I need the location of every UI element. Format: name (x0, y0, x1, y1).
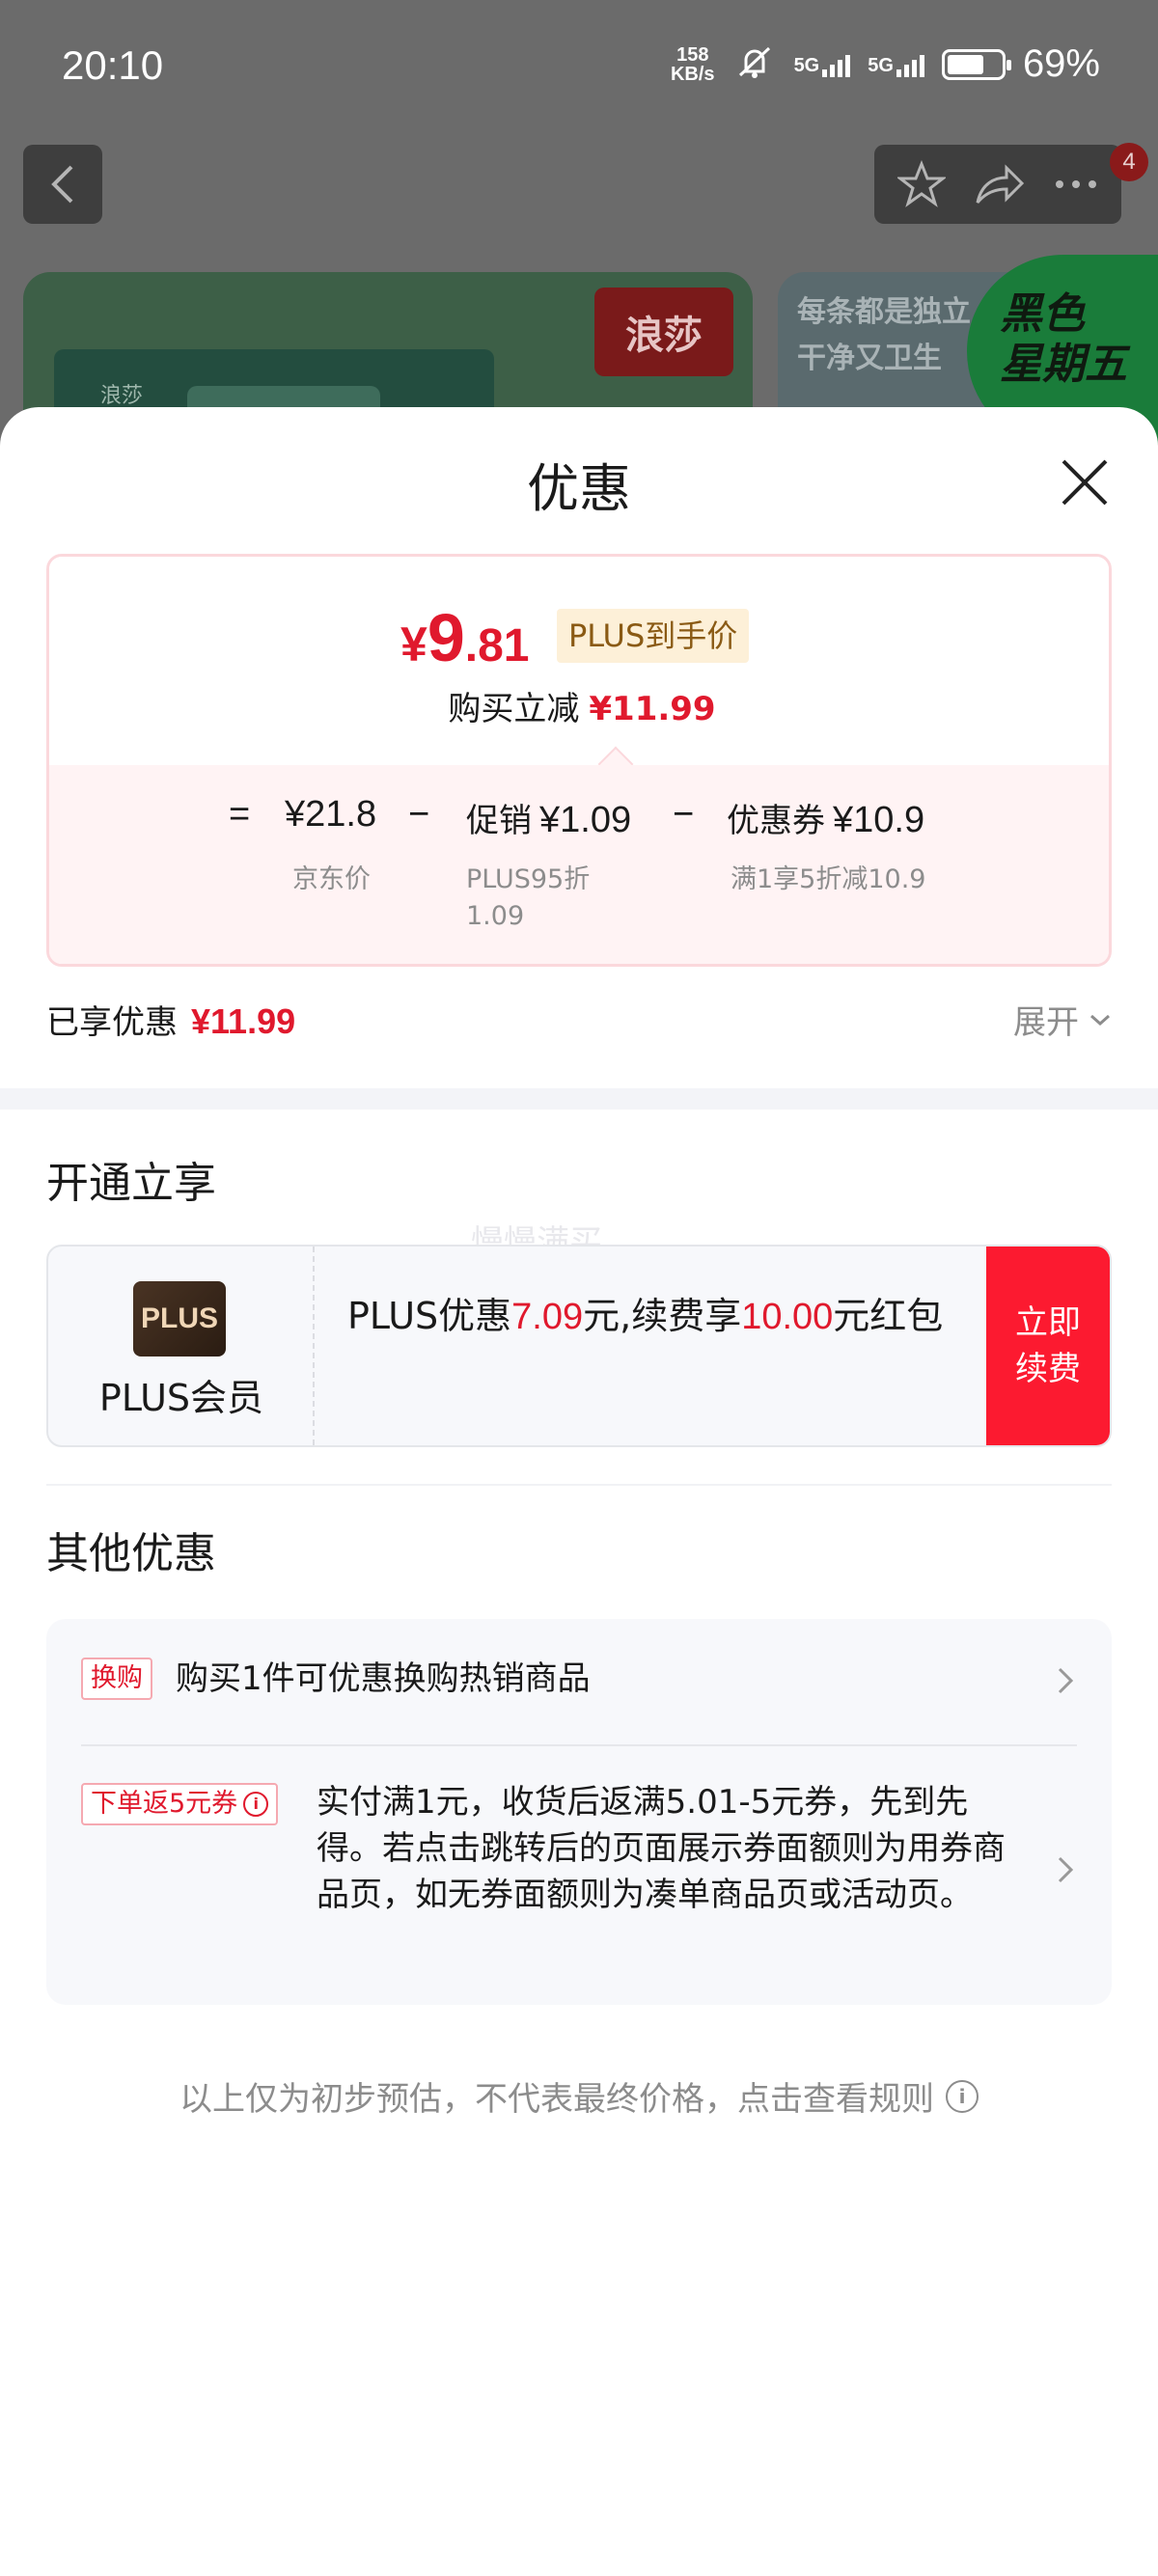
plus-offer-description: PLUS优惠7.09元,续费享10.00元红包 (347, 1295, 944, 1337)
minus-sign: − (408, 794, 430, 835)
share-icon[interactable] (974, 162, 1026, 206)
plus-price-tag: PLUS到手价 (557, 609, 750, 663)
offer-text: 购买1件可优惠换购热销商品 (176, 1659, 591, 1698)
other-offers-card: 换购 购买1件可优惠换购热销商品 下单返5元券 i 实付满1元，收货后返满5.0… (46, 1619, 1112, 2005)
price-calculation-card: ¥ 9 .81 PLUS到手价 购买立减 ¥11.99 = ¥21.8 − 促销 ¥… (46, 554, 1112, 967)
other-offers-title: 其他优惠 (46, 1529, 216, 1578)
signal-icon: 5G (794, 52, 851, 77)
offer-coupon-return-row[interactable]: 下单返5元券 i 实付满1元，收货后返满5.01-5元券，先到先得。若点击跳转后… (81, 1779, 1077, 1982)
price-breakdown: = ¥21.8 − 促销 ¥1.09 − 优惠券 ¥10.9 京东价 PLUS95折… (49, 765, 1109, 964)
more-icon[interactable] (1054, 178, 1098, 190)
chevron-right-icon (1058, 1856, 1074, 1883)
status-bar: 20:10 158 KB/s 5G 5G 69% (0, 0, 1158, 135)
offer-text: 实付满1元，收货后返满5.01-5元券，先到先得。若点击跳转后的页面展示券面额则… (317, 1783, 1006, 1914)
divider (46, 1484, 1112, 1486)
offer-tag: 换购 (81, 1658, 152, 1700)
background-page: 20:10 158 KB/s 5G 5G 69% 4 浪莎 浪莎 每条都是独立 … (0, 0, 1158, 453)
minus-sign: − (673, 794, 695, 835)
coupon-discount: 优惠券 ¥10.9 (727, 800, 925, 840)
discount-sheet: 优惠 ¥ 9 .81 PLUS到手价 购买立减 ¥11.99 = ¥21.8 − … (0, 407, 1158, 2576)
promo-discount: 促销 ¥1.09 (466, 800, 632, 840)
close-icon[interactable] (1058, 455, 1112, 509)
plus-logo: PLUS (133, 1281, 226, 1357)
net-speed: 158 KB/s (670, 43, 715, 85)
price-disclaimer[interactable]: 以上仅为初步预估，不代表最终价格，点击查看规则 i (0, 2072, 1158, 2120)
renew-button[interactable]: 立即 续费 (986, 1247, 1110, 1445)
section-divider (0, 1088, 1158, 1110)
battery-percent: 69% (1022, 42, 1100, 85)
jd-price-label: 京东价 (292, 864, 371, 894)
back-button[interactable] (23, 145, 102, 224)
coupon-detail: 满1享5折减10.9 (731, 864, 926, 894)
offer-exchange-row[interactable]: 换购 购买1件可优惠换购热销商品 (81, 1654, 1077, 1746)
offer-tag: 下单返5元券 i (81, 1783, 279, 1825)
status-indicators: 158 KB/s 5G 5G 69% (671, 42, 1100, 86)
promo-detail: PLUS95折 1.09 (466, 864, 591, 931)
open-membership-title: 开通立享 (46, 1159, 216, 1208)
plus-membership-card[interactable]: PLUS PLUS会员 PLUS优惠7.09元,续费享10.00元红包 立即 续… (46, 1245, 1112, 1447)
sheet-title: 优惠 (527, 458, 631, 519)
signal-icon: 5G (868, 52, 924, 77)
product-image-2-text: 每条都是独立 干净又卫生 (797, 295, 971, 375)
expand-button[interactable]: 展开 (1013, 996, 1112, 1043)
equals-sign: = (229, 794, 251, 835)
battery-icon (941, 48, 1011, 80)
jd-price: ¥21.8 (285, 794, 377, 835)
brand-logo: 浪莎 (594, 288, 733, 376)
chevron-right-icon (1058, 1667, 1074, 1694)
final-price: ¥ 9 .81 (400, 600, 530, 675)
chevron-left-icon (51, 165, 73, 204)
enjoyed-discount: 已享优惠 ¥11.99 (46, 1001, 296, 1042)
star-icon[interactable] (897, 160, 947, 208)
info-icon[interactable]: i (243, 1792, 269, 1817)
plus-member-label: PLUS会员 (98, 1377, 264, 1419)
top-actions (874, 145, 1121, 224)
info-icon: i (946, 2079, 979, 2113)
mute-vibrate-icon (732, 42, 777, 86)
chevron-down-icon (1090, 1014, 1110, 1026)
notification-badge: 4 (1110, 143, 1148, 181)
instant-reduction: 购买立减 ¥11.99 (448, 690, 716, 728)
status-time: 20:10 (62, 42, 164, 88)
